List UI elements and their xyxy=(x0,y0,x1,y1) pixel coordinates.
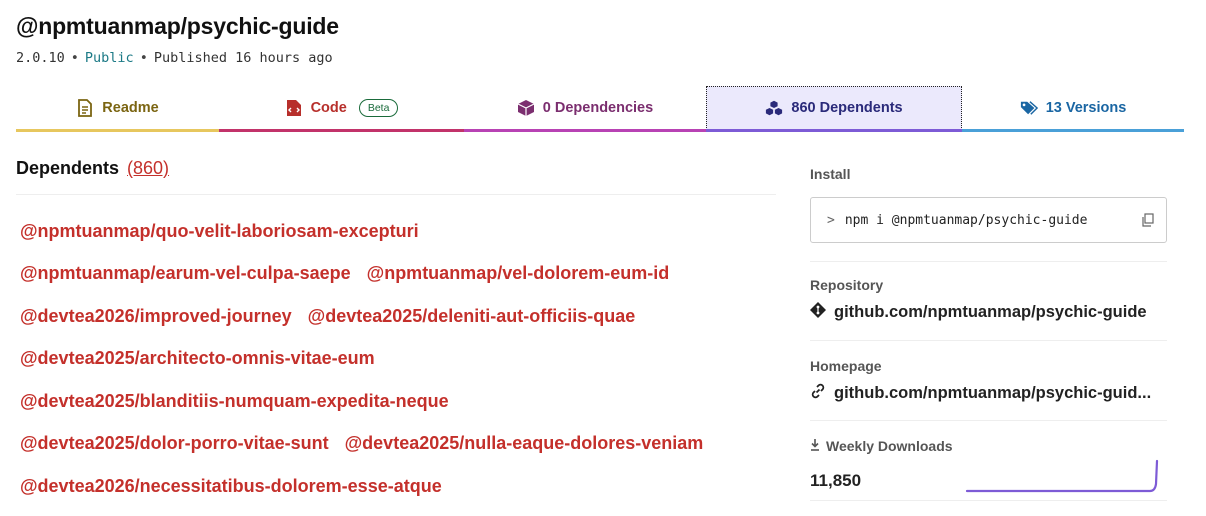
download-icon xyxy=(810,438,820,454)
dependent-link[interactable]: @devtea2025/dolor-porro-vitae-sunt xyxy=(20,433,329,454)
tab-versions[interactable]: 13 Versions xyxy=(962,86,1184,130)
package-title: @npmtuanmap/psychic-guide xyxy=(16,13,339,39)
repository-label: Repository xyxy=(810,277,884,293)
tab-underline-readme xyxy=(16,129,219,132)
tab-underline-dependencies xyxy=(464,129,706,132)
divider xyxy=(810,420,1167,421)
dependents-heading-text: Dependents xyxy=(16,158,120,178)
package-published: Published 16 hours ago xyxy=(153,50,333,66)
link-icon xyxy=(810,383,826,404)
repository-url: github.com/npmtuanmap/psychic-guide xyxy=(834,303,1147,321)
sparkline-path xyxy=(965,459,1159,493)
tab-dependents[interactable]: 860 Dependents xyxy=(706,86,962,130)
dependents-list: @npmtuanmap/quo-velit-laboriosam-exceptu… xyxy=(20,210,780,508)
dependents-row: @npmtuanmap/earum-vel-culpa-saepe @npmtua… xyxy=(20,253,780,296)
divider xyxy=(810,261,1167,262)
boxes-icon xyxy=(765,99,783,117)
dependents-heading: Dependents (860) xyxy=(16,158,169,179)
dependent-link[interactable]: @devtea2026/necessitatibus-dolorem-esse-… xyxy=(20,476,442,497)
dependent-link[interactable]: @devtea2026/improved-journey xyxy=(20,306,292,327)
weekly-downloads-count: 11,850 xyxy=(810,471,862,490)
tags-icon xyxy=(1020,99,1038,117)
tab-dependencies-label: 0 Dependencies xyxy=(542,100,654,116)
tab-code[interactable]: Code Beta xyxy=(219,86,464,130)
copy-icon[interactable] xyxy=(1141,213,1154,227)
readme-icon xyxy=(76,99,94,117)
package-meta: 2.0.10 • Public • Published 16 hours ago xyxy=(16,50,333,66)
dependent-link[interactable]: @devtea2025/nulla-eaque-dolores-veniam xyxy=(345,433,704,454)
beta-badge: Beta xyxy=(358,99,399,117)
divider xyxy=(16,194,776,195)
divider xyxy=(810,340,1167,341)
dependent-link[interactable]: @npmtuanmap/earum-vel-culpa-saepe xyxy=(20,263,351,284)
weekly-downloads-text: Weekly Downloads xyxy=(826,438,953,454)
dependents-count[interactable]: (860) xyxy=(127,158,169,178)
dependent-link[interactable]: @devtea2025/blanditiis-numquam-expedita-… xyxy=(20,391,449,412)
tab-dependents-label: 860 Dependents xyxy=(791,100,903,116)
box-icon xyxy=(517,99,535,117)
downloads-sparkline xyxy=(965,459,1159,493)
divider xyxy=(810,500,1167,501)
dependents-row: @devtea2026/necessitatibus-dolorem-esse-… xyxy=(20,465,780,508)
tab-readme-label: Readme xyxy=(102,100,159,116)
tab-underline-code xyxy=(219,129,464,132)
dependent-link[interactable]: @devtea2025/architecto-omnis-vitae-eum xyxy=(20,348,375,369)
homepage-link[interactable]: github.com/npmtuanmap/psychic-guid... xyxy=(810,383,1167,404)
tab-dependencies[interactable]: 0 Dependencies xyxy=(464,86,706,130)
install-command: npm i @npmtuanmap/psychic-guide xyxy=(844,212,1088,228)
dependent-link[interactable]: @devtea2025/deleniti-aut-officiis-quae xyxy=(308,306,636,327)
dependents-row: @npmtuanmap/quo-velit-laboriosam-exceptu… xyxy=(20,210,780,253)
homepage-label: Homepage xyxy=(810,358,882,374)
package-tabs: Readme Code Beta 0 Dependencies 860 Depe… xyxy=(16,86,1184,133)
dependents-row: @devtea2025/blanditiis-numquam-expedita-… xyxy=(20,380,780,423)
tab-versions-label: 13 Versions xyxy=(1045,100,1127,116)
package-visibility: Public xyxy=(84,50,134,66)
repository-link[interactable]: github.com/npmtuanmap/psychic-guide xyxy=(810,302,1167,323)
weekly-downloads-label: Weekly Downloads xyxy=(810,438,953,454)
dependent-link[interactable]: @npmtuanmap/vel-dolorem-eum-id xyxy=(367,263,670,284)
package-version: 2.0.10 xyxy=(16,50,65,66)
tab-underline-versions xyxy=(962,129,1184,132)
dependent-link[interactable]: @npmtuanmap/quo-velit-laboriosam-exceptu… xyxy=(20,221,419,242)
homepage-url: github.com/npmtuanmap/psychic-guid... xyxy=(834,384,1152,402)
code-icon xyxy=(285,99,303,117)
install-label: Install xyxy=(810,166,851,182)
install-command-box[interactable]: > npm i @npmtuanmap/psychic-guide xyxy=(810,197,1167,243)
git-icon xyxy=(810,302,826,323)
dependents-row: @devtea2026/improved-journey @devtea2025/… xyxy=(20,295,780,338)
tab-underline-dependents xyxy=(706,129,962,132)
dependents-row: @devtea2025/dolor-porro-vitae-sunt @devte… xyxy=(20,423,780,466)
tab-code-label: Code xyxy=(310,100,347,116)
prompt-icon: > xyxy=(827,212,835,228)
dependents-row: @devtea2025/architecto-omnis-vitae-eum xyxy=(20,338,780,381)
tab-readme[interactable]: Readme xyxy=(16,86,219,130)
